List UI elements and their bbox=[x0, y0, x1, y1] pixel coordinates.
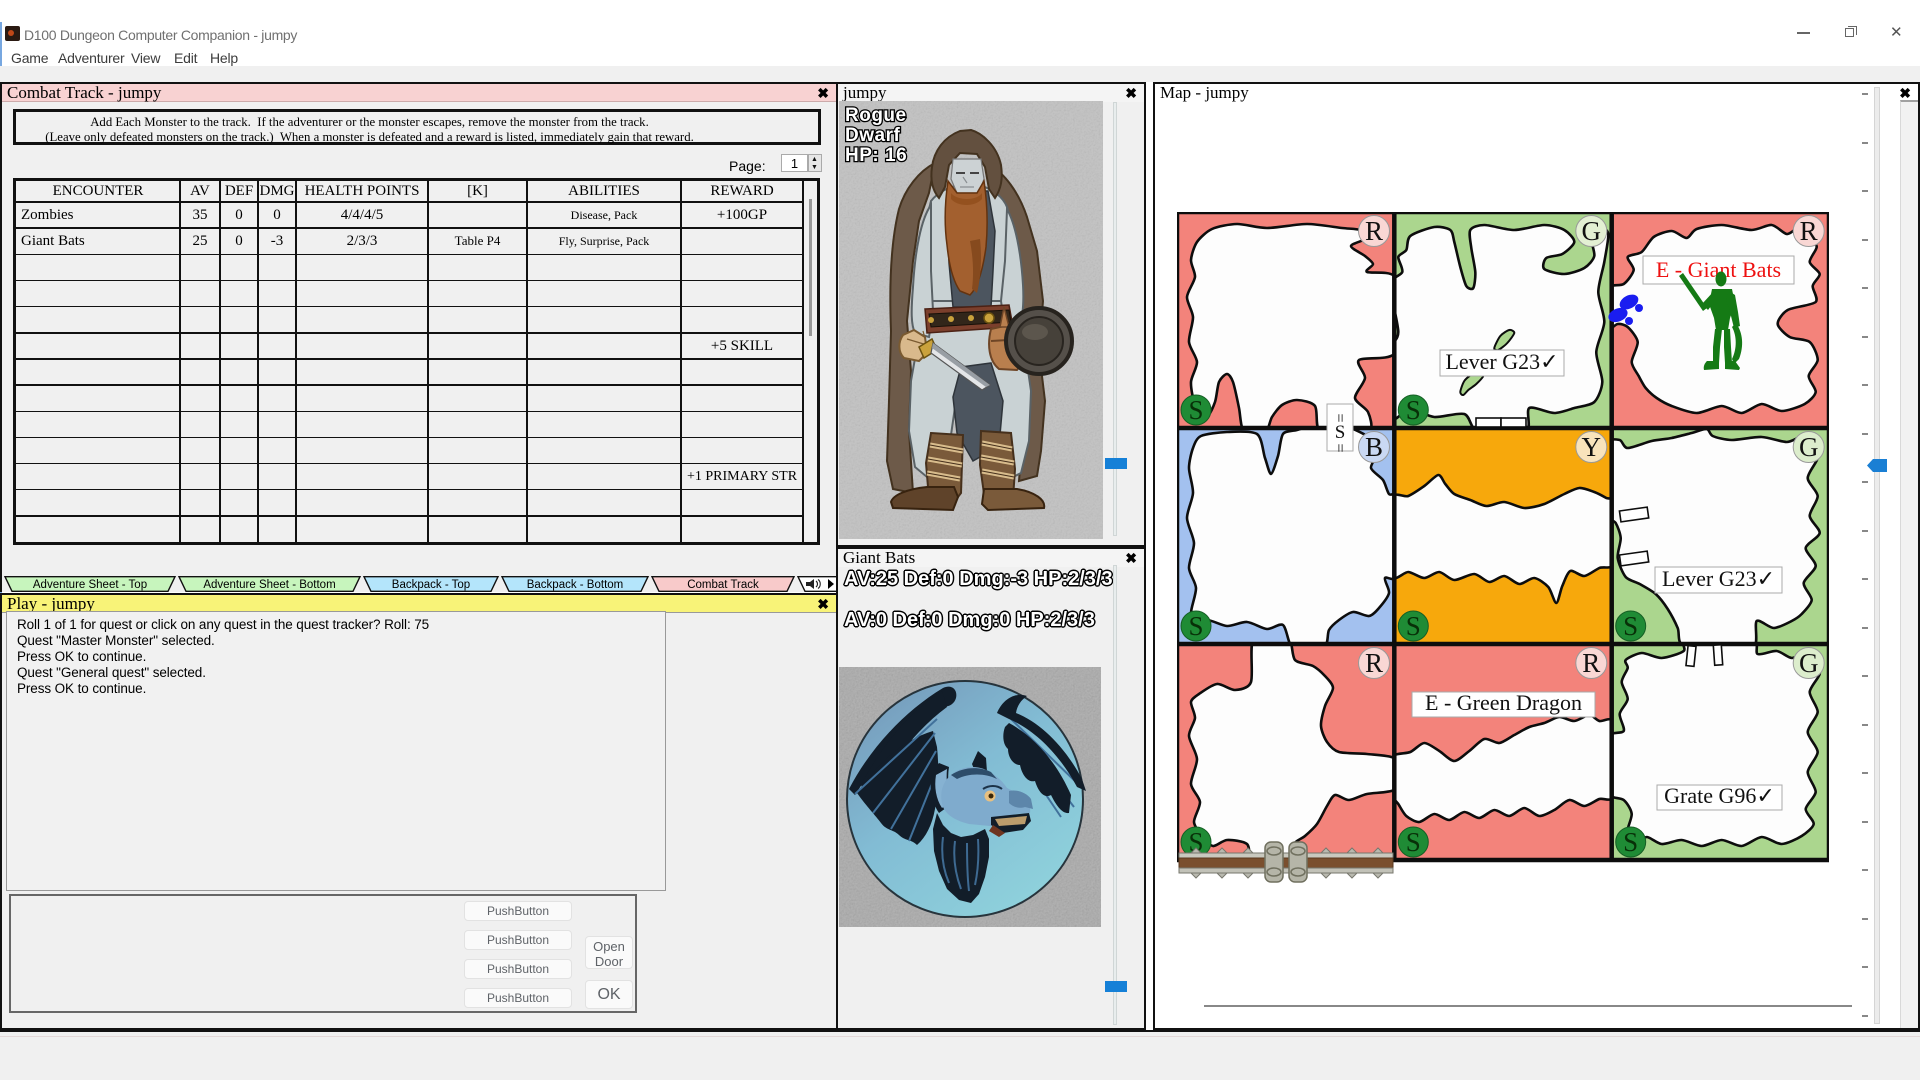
svg-text:=: = bbox=[1331, 443, 1348, 452]
svg-text:Rogue: Rogue bbox=[845, 105, 907, 126]
svg-text:S: S bbox=[1406, 611, 1421, 641]
svg-text:B: B bbox=[1365, 432, 1383, 462]
svg-text:E - Green Dragon: E - Green Dragon bbox=[1425, 690, 1582, 715]
svg-text:Lever G23✓: Lever G23✓ bbox=[1662, 566, 1775, 591]
svg-text:Lever G23✓: Lever G23✓ bbox=[1445, 349, 1558, 374]
svg-text:R: R bbox=[1365, 216, 1383, 246]
svg-text:G: G bbox=[1799, 648, 1819, 678]
svg-text:Adventure Sheet - Bottom: Adventure Sheet - Bottom bbox=[203, 579, 335, 591]
svg-text:HP: 16: HP: 16 bbox=[845, 145, 907, 166]
svg-text:R: R bbox=[1800, 216, 1818, 246]
svg-text:R: R bbox=[1582, 648, 1600, 678]
svg-text:Grate G96✓: Grate G96✓ bbox=[1664, 783, 1775, 808]
svg-text:S: S bbox=[1188, 611, 1203, 641]
svg-text:S: S bbox=[1335, 422, 1346, 443]
svg-text:Backpack - Top: Backpack - Top bbox=[392, 579, 470, 591]
svg-text:Adventure Sheet - Top: Adventure Sheet - Top bbox=[33, 579, 147, 591]
svg-text:G: G bbox=[1582, 216, 1602, 246]
svg-text:S: S bbox=[1623, 611, 1638, 641]
svg-text:S: S bbox=[1406, 395, 1421, 425]
svg-text:Backpack - Bottom: Backpack - Bottom bbox=[527, 579, 624, 591]
svg-text:Dwarf: Dwarf bbox=[845, 125, 900, 146]
svg-text:S: S bbox=[1623, 827, 1638, 857]
svg-text:G: G bbox=[1799, 432, 1819, 462]
svg-text:S: S bbox=[1406, 827, 1421, 857]
svg-text:R: R bbox=[1365, 648, 1383, 678]
svg-text:S: S bbox=[1188, 395, 1203, 425]
svg-text:Y: Y bbox=[1582, 432, 1602, 462]
svg-text:Combat Track: Combat Track bbox=[687, 579, 759, 591]
